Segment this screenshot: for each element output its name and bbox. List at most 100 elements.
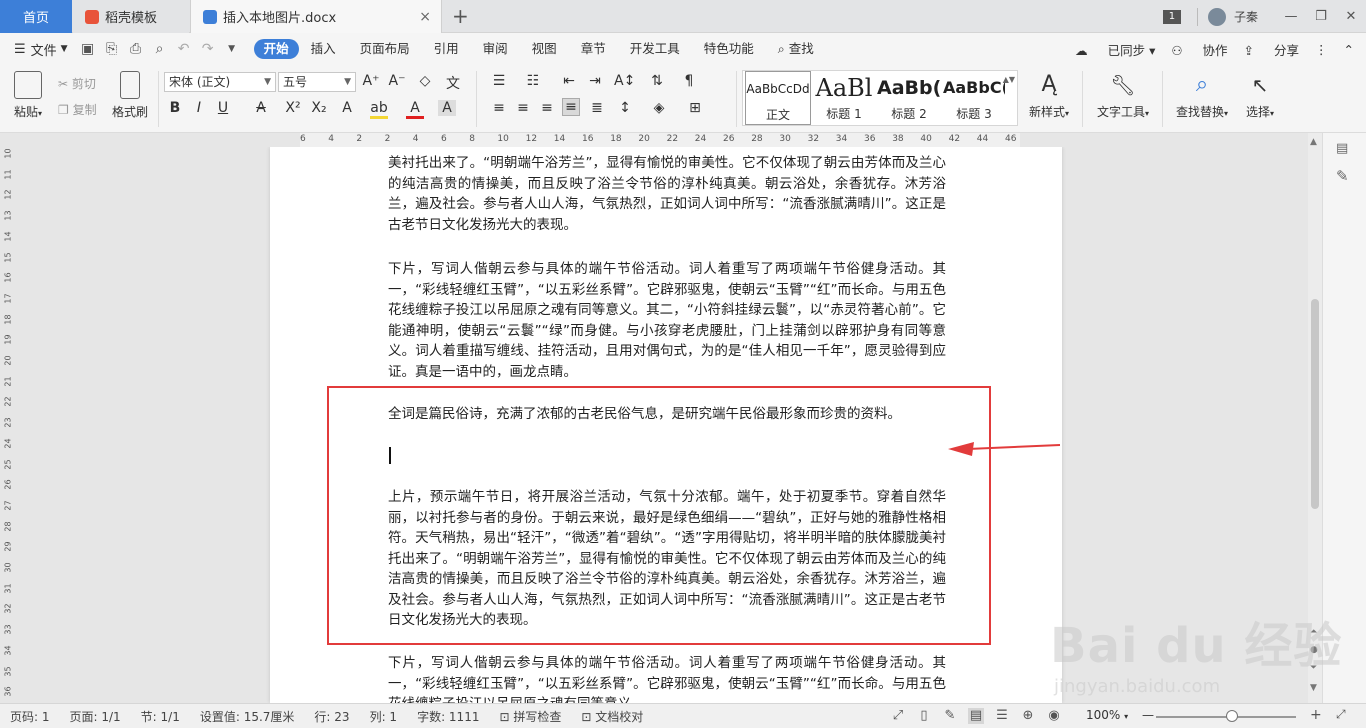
zoom-out-icon[interactable]: —	[1142, 708, 1154, 722]
avatar[interactable]	[1207, 7, 1226, 26]
sync-status[interactable]: ☁ 已同步 ▾	[1075, 40, 1155, 59]
strikethrough-icon[interactable]: A	[252, 100, 270, 116]
paragraph-shading-icon[interactable]: ◈	[650, 100, 668, 116]
paragraph-1[interactable]: 美衬托出来了。“明朝端午浴芳兰”，显得有愉悦的审美性。它不仅体现了朝云由芳体而及…	[388, 153, 946, 235]
align-left-icon[interactable]: ≡	[490, 100, 508, 116]
style-heading-2[interactable]: AaBb( 标题 2	[877, 71, 941, 125]
underline-icon[interactable]: U	[214, 100, 232, 116]
restore-button[interactable]: ❐	[1306, 9, 1336, 24]
scrollbar-thumb[interactable]	[1311, 299, 1319, 509]
setting-value[interactable]: 设置值: 15.7厘米	[200, 708, 295, 725]
new-tab-button[interactable]: +	[452, 4, 469, 28]
zoom-fit-icon[interactable]: ⤢	[1336, 707, 1346, 722]
highlight-icon[interactable]: ab	[370, 100, 388, 119]
text-tools-button[interactable]: 🔧︎ 文字工具▾	[1092, 71, 1154, 120]
find-replace-button[interactable]: ⌕ 查找替换▾	[1170, 71, 1234, 120]
superscript-icon[interactable]: X²	[284, 100, 302, 116]
align-center-icon[interactable]: ≡	[514, 100, 532, 116]
window-count-badge[interactable]: 1	[1162, 9, 1181, 24]
zoom-slider-handle[interactable]	[1226, 710, 1238, 722]
tab-review[interactable]: 审阅	[471, 39, 520, 59]
text-effect-icon[interactable]: A	[338, 100, 356, 116]
clear-format-icon[interactable]: ◇	[416, 73, 434, 89]
tab-home[interactable]: 首页	[0, 0, 72, 33]
zoom-level[interactable]: 100% ▾ —	[1086, 708, 1154, 722]
column-number[interactable]: 列: 1	[370, 708, 398, 725]
redo-icon[interactable]: ↷	[200, 41, 216, 57]
increase-indent-icon[interactable]: ⇥	[586, 73, 604, 89]
panel-toggle-icon[interactable]: ▤	[1336, 141, 1348, 156]
zoom-in-icon[interactable]: +	[1310, 707, 1322, 723]
distribute-icon[interactable]: ≣	[588, 100, 606, 116]
font-color-icon[interactable]: A	[406, 100, 424, 119]
style-heading-3[interactable]: AaBbC( 标题 3	[943, 71, 1005, 125]
outline-view-icon[interactable]: ☰	[994, 708, 1010, 724]
cut-button[interactable]: ✂ 剪切	[58, 75, 96, 92]
minimize-button[interactable]: —	[1276, 9, 1306, 24]
tab-features[interactable]: 特色功能	[692, 39, 766, 59]
scroll-up-icon[interactable]: ▲	[1310, 137, 1317, 147]
export-icon[interactable]: ⎘	[104, 41, 120, 57]
more-icon[interactable]: ⋮	[1315, 42, 1328, 57]
eye-protection-icon[interactable]: ◉	[1046, 708, 1062, 724]
style-normal[interactable]: AaBbCcDd 正文	[745, 71, 811, 125]
grow-font-icon[interactable]: A⁺	[362, 73, 380, 89]
format-painter-button[interactable]: 格式刷	[108, 71, 152, 120]
align-right-icon[interactable]: ≡	[538, 100, 556, 116]
customize-chevron-icon[interactable]: ▼	[224, 41, 240, 57]
gallery-scroll-icon[interactable]: ▲▼	[1003, 75, 1015, 84]
decrease-indent-icon[interactable]: ⇤	[560, 73, 578, 89]
tab-page-layout[interactable]: 页面布局	[348, 39, 422, 59]
italic-icon[interactable]: I	[190, 100, 208, 116]
sort-icon[interactable]: ⇅	[648, 73, 666, 89]
collab-button[interactable]: ⚇ 协作	[1171, 40, 1227, 59]
tab-view[interactable]: 视图	[520, 39, 569, 59]
fullscreen-icon[interactable]: ⤢	[890, 708, 906, 724]
page-count[interactable]: 页面: 1/1	[70, 708, 121, 725]
numbering-icon[interactable]: ☷	[524, 73, 542, 89]
save-icon[interactable]: ▣	[80, 41, 96, 57]
vertical-ruler[interactable]: 10 11 12 13 14 15 16 17 18 19 20 21 22 23 24 25 26 27 28 29…	[0, 147, 14, 703]
line-number[interactable]: 行: 23	[314, 708, 349, 725]
copy-button[interactable]: ❐ 复制	[58, 101, 97, 118]
page-view-icon[interactable]: ▤	[968, 708, 984, 724]
tab-document[interactable]: 插入本地图片.docx ×	[190, 0, 442, 33]
pinyin-guide-icon[interactable]: 文	[444, 73, 462, 93]
tab-start[interactable]: 开始	[253, 39, 299, 59]
collapse-ribbon-icon[interactable]: ⌃	[1344, 42, 1354, 57]
web-view-icon[interactable]: ⊕	[1020, 708, 1036, 724]
undo-icon[interactable]: ↶	[176, 41, 192, 57]
proofread-button[interactable]: ⊡ 文档校对	[581, 708, 643, 725]
tab-docer-templates[interactable]: 稻壳模板	[73, 0, 189, 33]
horizontal-ruler[interactable]: 6 4 2 2 4 6 8 10 12 14 16 18 20 22 24 26 28 30 32 34 36 38 40 4…	[0, 133, 1366, 147]
page-number[interactable]: 页码: 1	[10, 708, 50, 725]
edit-mode-icon[interactable]: ✎	[942, 708, 958, 724]
text-direction-icon[interactable]: A↕	[614, 73, 635, 89]
section-number[interactable]: 节: 1/1	[141, 708, 180, 725]
char-shading-icon[interactable]: A	[438, 100, 456, 116]
select-button[interactable]: ↖ 选择▾	[1238, 71, 1282, 120]
borders-icon[interactable]: ⊞	[686, 100, 704, 116]
tab-developer[interactable]: 开发工具	[618, 39, 692, 59]
print-icon[interactable]: ⎙	[128, 41, 144, 57]
tab-references[interactable]: 引用	[422, 39, 471, 59]
shrink-font-icon[interactable]: A⁻	[388, 73, 406, 89]
paragraph-2[interactable]: 下片，写词人偕朝云参与具体的端午节俗活动。词人着重写了两项端午节俗健身活动。其一…	[388, 259, 946, 382]
subscript-icon[interactable]: X₂	[310, 100, 328, 116]
bold-icon[interactable]: B	[166, 100, 184, 116]
user-name[interactable]: 子秦	[1234, 8, 1258, 25]
close-tab-icon[interactable]: ×	[419, 9, 431, 25]
new-style-button[interactable]: Ą 新样式▾	[1024, 71, 1074, 120]
search-command[interactable]: ⌕ 查找	[766, 39, 826, 59]
print-preview-icon[interactable]: ⌕	[152, 41, 168, 57]
style-heading-1[interactable]: AaBl 标题 1	[813, 71, 875, 125]
bullets-icon[interactable]: ☰	[490, 73, 508, 89]
reading-mode-icon[interactable]: ▯	[916, 708, 932, 724]
file-menu[interactable]: ☰ 文件 ▼	[14, 40, 68, 59]
close-window-button[interactable]: ✕	[1336, 9, 1366, 24]
paste-button[interactable]: 粘贴▾	[10, 71, 46, 120]
tab-insert[interactable]: 插入	[299, 39, 348, 59]
align-justify-icon[interactable]: ≡	[562, 98, 580, 116]
font-name-select[interactable]: 宋体 (正文) ▼	[164, 72, 276, 92]
paragraph-5[interactable]: 下片，写词人偕朝云参与具体的端午节俗活动。词人着重写了两项端午节俗健身活动。其一…	[388, 653, 946, 703]
